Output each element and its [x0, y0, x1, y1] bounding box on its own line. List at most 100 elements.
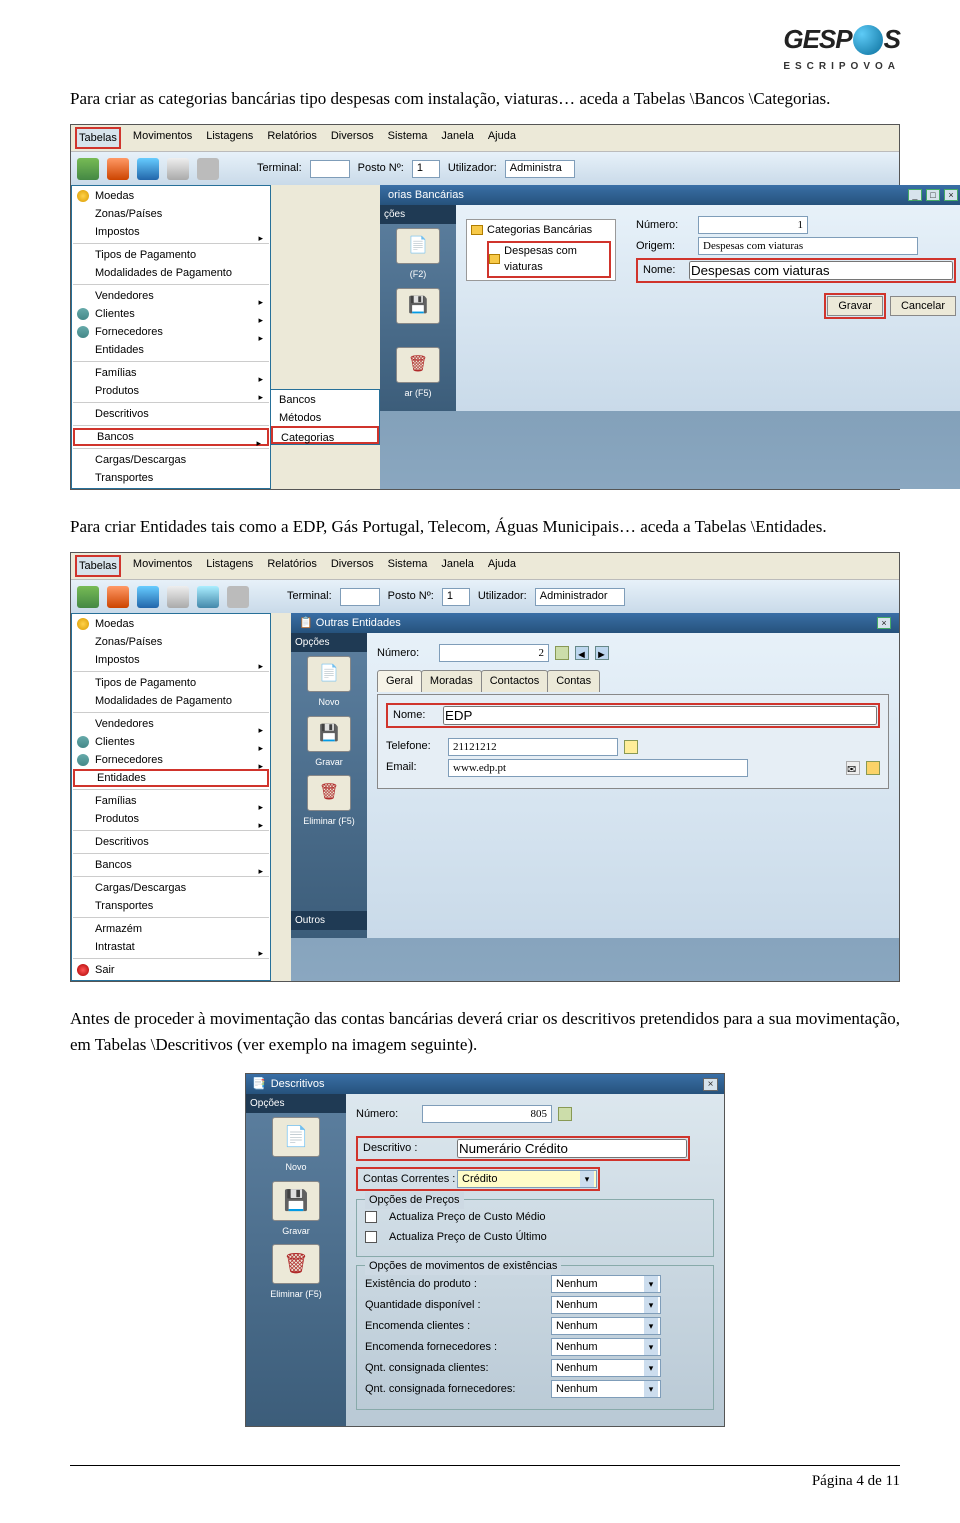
- gravar-icon[interactable]: 💾: [272, 1181, 320, 1221]
- menu-ajuda[interactable]: Ajuda: [486, 127, 518, 150]
- mi-familias[interactable]: Famílias: [73, 792, 269, 810]
- dd-enc-fornecedores[interactable]: Nenhum: [551, 1338, 661, 1356]
- mi-modalidades[interactable]: Modalidades de Pagamento: [73, 692, 269, 710]
- mi-tipos-pagamento[interactable]: Tipos de Pagamento: [73, 674, 269, 692]
- numero-input[interactable]: [422, 1105, 552, 1123]
- mi-clientes[interactable]: Clientes: [73, 305, 269, 323]
- toolbar-icon-1[interactable]: [77, 586, 99, 608]
- prev-icon[interactable]: ◄: [575, 646, 589, 660]
- max-button[interactable]: □: [926, 189, 940, 201]
- menu-diversos[interactable]: Diversos: [329, 555, 376, 578]
- toolbar-icon-1[interactable]: [77, 158, 99, 180]
- mi-transportes[interactable]: Transportes: [73, 469, 269, 487]
- toolbar-icon-2[interactable]: [107, 586, 129, 608]
- toolbar-printer-icon[interactable]: [197, 158, 219, 180]
- mi-transportes[interactable]: Transportes: [73, 897, 269, 915]
- min-button[interactable]: _: [908, 189, 922, 201]
- eliminar-icon[interactable]: 🗑: [307, 775, 351, 811]
- origem-input[interactable]: [698, 237, 918, 255]
- mi-vendedores[interactable]: Vendedores: [73, 287, 269, 305]
- mi-fornecedores[interactable]: Fornecedores: [73, 751, 269, 769]
- mi-vendedores[interactable]: Vendedores: [73, 715, 269, 733]
- toolbar-icon-3[interactable]: [137, 158, 159, 180]
- submenu-bancos[interactable]: Bancos: [271, 390, 379, 408]
- mi-produtos[interactable]: Produtos: [73, 810, 269, 828]
- mi-bancos[interactable]: Bancos: [73, 428, 269, 446]
- lookup-icon[interactable]: [558, 1107, 572, 1121]
- mi-zonas[interactable]: Zonas/Países: [73, 633, 269, 651]
- telefone-input[interactable]: [448, 738, 618, 756]
- menu-listagens[interactable]: Listagens: [204, 127, 255, 150]
- novo-icon[interactable]: 📄: [272, 1117, 320, 1157]
- toolbar-icon-3[interactable]: [137, 586, 159, 608]
- submenu-categorias[interactable]: Categorias: [271, 426, 379, 444]
- eliminar-icon[interactable]: 🗑: [272, 1244, 320, 1284]
- dd-enc-clientes[interactable]: Nenhum: [551, 1317, 661, 1335]
- new-file-icon[interactable]: 📄: [396, 228, 440, 264]
- menu-relatorios[interactable]: Relatórios: [265, 127, 319, 150]
- checkbox-custo-medio[interactable]: [365, 1211, 377, 1223]
- dd-cons-clientes[interactable]: Nenhum: [551, 1359, 661, 1377]
- mi-cargas[interactable]: Cargas/Descargas: [73, 451, 269, 469]
- phone-icon[interactable]: [624, 740, 638, 754]
- email-input[interactable]: [448, 759, 748, 777]
- gravar-icon[interactable]: 💾: [307, 716, 351, 752]
- mi-bancos[interactable]: Bancos: [73, 856, 269, 874]
- mi-cargas[interactable]: Cargas/Descargas: [73, 879, 269, 897]
- checkbox-custo-ultimo[interactable]: [365, 1231, 377, 1243]
- dd-quantidade[interactable]: Nenhum: [551, 1296, 661, 1314]
- menu-tabelas[interactable]: Tabelas: [75, 555, 121, 578]
- gravar-button[interactable]: Gravar: [827, 296, 883, 316]
- menu-movimentos[interactable]: Movimentos: [131, 127, 194, 150]
- globe-icon[interactable]: [866, 761, 880, 775]
- mi-familias[interactable]: Famílias: [73, 364, 269, 382]
- mi-zonas[interactable]: Zonas/Países: [73, 205, 269, 223]
- mi-clientes[interactable]: Clientes: [73, 733, 269, 751]
- close-button[interactable]: ×: [703, 1078, 718, 1091]
- mi-moedas[interactable]: Moedas: [73, 187, 269, 205]
- submenu-metodos[interactable]: Métodos: [271, 408, 379, 426]
- contas-dropdown[interactable]: Crédito: [457, 1170, 597, 1188]
- menu-tabelas[interactable]: Tabelas: [75, 127, 121, 150]
- menu-listagens[interactable]: Listagens: [204, 555, 255, 578]
- lookup-icon[interactable]: [555, 646, 569, 660]
- menu-janela[interactable]: Janela: [439, 127, 475, 150]
- numero-input[interactable]: [439, 644, 549, 662]
- toolbar-printer-icon[interactable]: [227, 586, 249, 608]
- mail-icon[interactable]: ✉: [846, 761, 860, 775]
- mi-produtos[interactable]: Produtos: [73, 382, 269, 400]
- tab-moradas[interactable]: Moradas: [421, 670, 482, 692]
- mi-sair[interactable]: Sair: [73, 961, 269, 979]
- tab-contactos[interactable]: Contactos: [481, 670, 549, 692]
- menu-sistema[interactable]: Sistema: [386, 127, 430, 150]
- descritivo-input[interactable]: [457, 1139, 687, 1158]
- menu-relatorios[interactable]: Relatórios: [265, 555, 319, 578]
- toolbar-icon-4[interactable]: [167, 586, 189, 608]
- mi-fornecedores[interactable]: Fornecedores: [73, 323, 269, 341]
- close-button[interactable]: ×: [877, 617, 891, 629]
- menu-sistema[interactable]: Sistema: [386, 555, 430, 578]
- mi-armazem[interactable]: Armazém: [73, 920, 269, 938]
- toolbar-icon-2[interactable]: [107, 158, 129, 180]
- delete-icon[interactable]: 🗑: [396, 347, 440, 383]
- menu-janela[interactable]: Janela: [439, 555, 475, 578]
- mi-descritivos[interactable]: Descritivos: [73, 405, 269, 423]
- nome-input[interactable]: [443, 706, 877, 725]
- dd-cons-fornecedores[interactable]: Nenhum: [551, 1380, 661, 1398]
- menu-diversos[interactable]: Diversos: [329, 127, 376, 150]
- cancelar-button[interactable]: Cancelar: [890, 296, 956, 316]
- menu-ajuda[interactable]: Ajuda: [486, 555, 518, 578]
- next-icon[interactable]: ►: [595, 646, 609, 660]
- mi-descritivos[interactable]: Descritivos: [73, 833, 269, 851]
- category-tree[interactable]: Categorias Bancárias Despesas com viatur…: [466, 219, 616, 281]
- mi-tipos-pagamento[interactable]: Tipos de Pagamento: [73, 246, 269, 264]
- toolbar-icon-4[interactable]: [167, 158, 189, 180]
- mi-entidades[interactable]: Entidades: [73, 769, 269, 787]
- mi-modalidades[interactable]: Modalidades de Pagamento: [73, 264, 269, 282]
- mi-impostos[interactable]: Impostos: [73, 223, 269, 241]
- tab-contas[interactable]: Contas: [547, 670, 600, 692]
- mi-impostos[interactable]: Impostos: [73, 651, 269, 669]
- dd-existencia[interactable]: Nenhum: [551, 1275, 661, 1293]
- mi-entidades[interactable]: Entidades: [73, 341, 269, 359]
- tab-geral[interactable]: Geral: [377, 670, 422, 692]
